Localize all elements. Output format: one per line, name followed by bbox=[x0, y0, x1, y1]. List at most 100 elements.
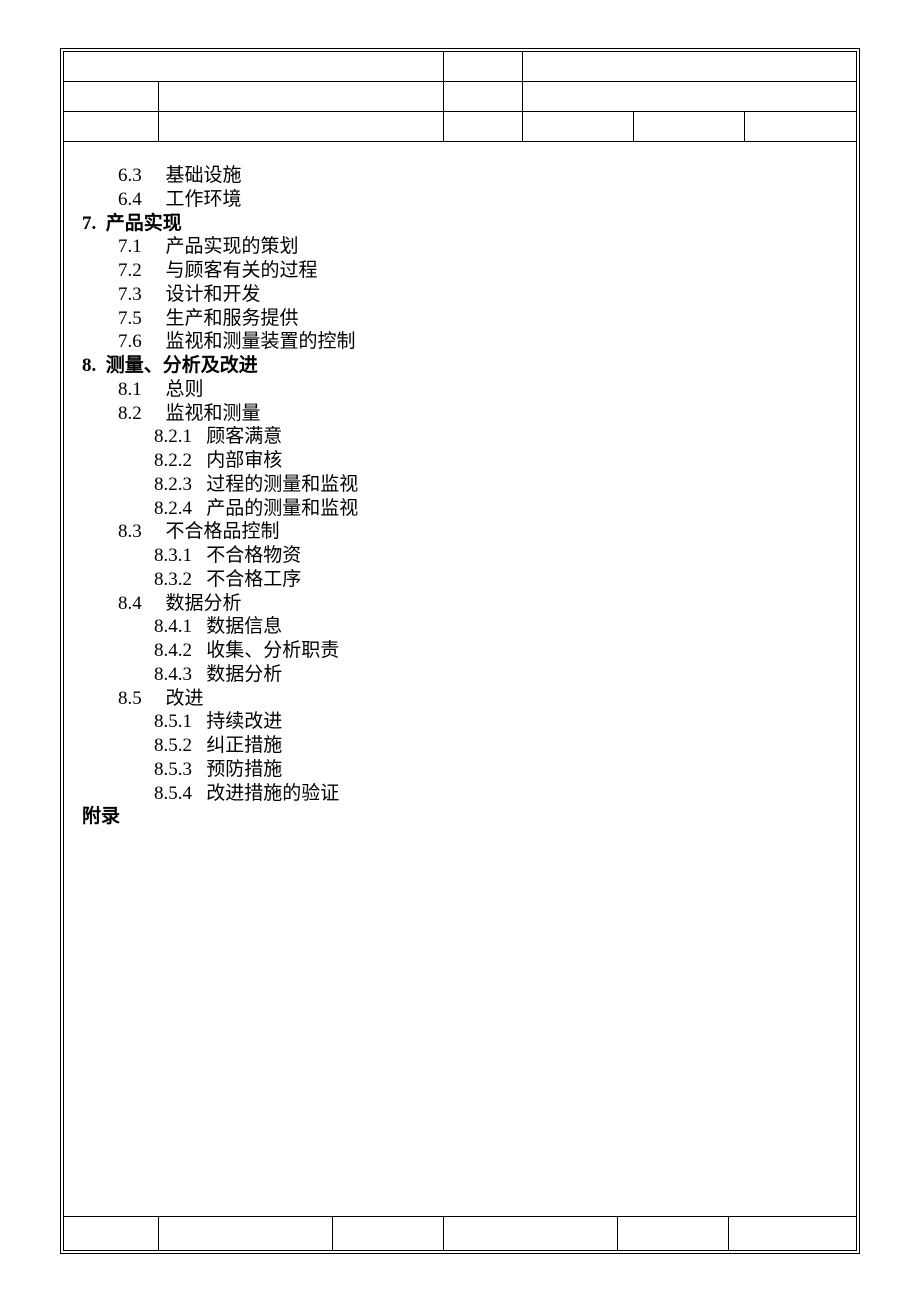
toc-entry: 8.4.2 收集、分析职责 bbox=[82, 639, 838, 663]
toc-entry: 7.1 产品实现的策划 bbox=[82, 235, 838, 259]
toc-entry-number: 8.1 bbox=[118, 379, 142, 400]
toc-entry: 8.2.2 内部审核 bbox=[82, 449, 838, 473]
toc-entry-title: 监视和测量装置的控制 bbox=[166, 331, 356, 352]
toc-entry-title: 工作环境 bbox=[166, 189, 242, 210]
toc-entry-number: 8.2.1 bbox=[154, 426, 192, 447]
header-row-2 bbox=[64, 82, 856, 112]
toc-entry: 8.5 改进 bbox=[82, 687, 838, 711]
toc-entry-number: 7.6 bbox=[118, 331, 142, 352]
toc-entry: 8.5.1 持续改进 bbox=[82, 710, 838, 734]
header-cell bbox=[523, 52, 856, 81]
toc-entry-number: 8.5.1 bbox=[154, 711, 192, 732]
toc-entry-title: 内部审核 bbox=[206, 450, 282, 471]
toc-entry: 8.3 不合格品控制 bbox=[82, 520, 838, 544]
toc-entry: 8.5.4 改进措施的验证 bbox=[82, 782, 838, 806]
page-frame: 6.3 基础设施6.4 工作环境7. 产品实现7.1 产品实现的策划7.2 与顾… bbox=[60, 48, 860, 1254]
header-cell bbox=[64, 82, 159, 111]
toc-entry: 7.2 与顾客有关的过程 bbox=[82, 259, 838, 283]
toc-entry-title: 数据分析 bbox=[166, 593, 242, 614]
toc-entry: 7.3 设计和开发 bbox=[82, 283, 838, 307]
toc-entry-number: 8.5 bbox=[118, 688, 142, 709]
toc-entry-title: 产品实现的策划 bbox=[166, 236, 299, 257]
toc-entry-number: 8.5.2 bbox=[154, 735, 192, 756]
toc-entry-number: 8.3.2 bbox=[154, 569, 192, 590]
header-cell bbox=[634, 112, 745, 141]
toc-entry-number: 6.3 bbox=[118, 165, 142, 186]
toc-entry: 附录 bbox=[82, 805, 838, 829]
header-cell bbox=[745, 112, 856, 141]
toc-entry-number: 8.5.3 bbox=[154, 759, 192, 780]
toc-entry: 8.2 监视和测量 bbox=[82, 402, 838, 426]
toc-entry-number: 7.3 bbox=[118, 284, 142, 305]
toc-entry-number: 8.2.3 bbox=[154, 474, 192, 495]
toc-entry-number: 8.4.3 bbox=[154, 664, 192, 685]
footer-cell bbox=[444, 1217, 618, 1250]
header-row-1 bbox=[64, 52, 856, 82]
header-cell bbox=[444, 112, 523, 141]
toc-entry-number: 8.2 bbox=[118, 403, 142, 424]
toc-entry-title: 基础设施 bbox=[166, 165, 242, 186]
toc-entry-number: 7. bbox=[82, 213, 96, 234]
header-cell bbox=[64, 112, 159, 141]
footer-cell bbox=[159, 1217, 333, 1250]
header-cell bbox=[64, 52, 444, 81]
toc-entry-number: 7.2 bbox=[118, 260, 142, 281]
toc-entry: 8.3.1 不合格物资 bbox=[82, 544, 838, 568]
header-cell bbox=[159, 112, 444, 141]
toc-entry-title: 纠正措施 bbox=[206, 735, 282, 756]
toc-entry: 7.5 生产和服务提供 bbox=[82, 307, 838, 331]
toc-entry-title: 持续改进 bbox=[206, 711, 282, 732]
toc-entry: 8.4 数据分析 bbox=[82, 592, 838, 616]
toc-entry: 7.6 监视和测量装置的控制 bbox=[82, 330, 838, 354]
header-cell bbox=[444, 52, 523, 81]
toc-entry-title: 数据分析 bbox=[206, 664, 282, 685]
toc-entry-title: 改进措施的验证 bbox=[206, 783, 339, 804]
toc-entry-title: 监视和测量 bbox=[166, 403, 261, 424]
toc-content: 6.3 基础设施6.4 工作环境7. 产品实现7.1 产品实现的策划7.2 与顾… bbox=[64, 142, 856, 1216]
toc-entry-number: 8.3 bbox=[118, 521, 142, 542]
toc-entry: 6.3 基础设施 bbox=[82, 164, 838, 188]
toc-entry: 8.2.1 顾客满意 bbox=[82, 425, 838, 449]
toc-entry-title: 不合格品控制 bbox=[166, 521, 280, 542]
toc-entry-number: 8.2.2 bbox=[154, 450, 192, 471]
toc-entry: 8.2.3 过程的测量和监视 bbox=[82, 473, 838, 497]
toc-entry: 8.5.3 预防措施 bbox=[82, 758, 838, 782]
toc-entry-title: 过程的测量和监视 bbox=[206, 474, 358, 495]
toc-entry-title: 改进 bbox=[166, 688, 204, 709]
toc-entry-title: 测量、分析及改进 bbox=[106, 355, 258, 376]
toc-entry-number: 6.4 bbox=[118, 189, 142, 210]
footer-cell bbox=[333, 1217, 444, 1250]
toc-entry: 8.1 总则 bbox=[82, 378, 838, 402]
header-row-3 bbox=[64, 112, 856, 142]
toc-entry-title: 收集、分析职责 bbox=[206, 640, 339, 661]
footer-cell bbox=[618, 1217, 729, 1250]
toc-entry-title: 预防措施 bbox=[206, 759, 282, 780]
toc-entry-title: 不合格物资 bbox=[206, 545, 301, 566]
toc-entry-title: 顾客满意 bbox=[206, 426, 282, 447]
header-cell bbox=[444, 82, 523, 111]
footer-row bbox=[64, 1216, 856, 1250]
toc-entry: 8.3.2 不合格工序 bbox=[82, 568, 838, 592]
toc-entry-number: 8.3.1 bbox=[154, 545, 192, 566]
toc-entry-title: 不合格工序 bbox=[206, 569, 301, 590]
toc-entry-number: 8.2.4 bbox=[154, 498, 192, 519]
footer-cell bbox=[64, 1217, 159, 1250]
toc-entry-title: 附录 bbox=[82, 806, 120, 827]
footer-cell bbox=[729, 1217, 856, 1250]
toc-entry: 7. 产品实现 bbox=[82, 212, 838, 236]
toc-entry-number: 8. bbox=[82, 355, 96, 376]
toc-entry: 8.4.3 数据分析 bbox=[82, 663, 838, 687]
toc-entry-title: 数据信息 bbox=[206, 616, 282, 637]
toc-entry-title: 产品实现 bbox=[106, 213, 182, 234]
header-cell bbox=[523, 82, 856, 111]
toc-entry: 8.2.4 产品的测量和监视 bbox=[82, 497, 838, 521]
toc-entry-number: 8.5.4 bbox=[154, 783, 192, 804]
toc-entry: 8.4.1 数据信息 bbox=[82, 615, 838, 639]
toc-entry-number: 8.4.2 bbox=[154, 640, 192, 661]
toc-entry-number: 7.1 bbox=[118, 236, 142, 257]
toc-entry-number: 8.4.1 bbox=[154, 616, 192, 637]
toc-entry: 8. 测量、分析及改进 bbox=[82, 354, 838, 378]
header-cell bbox=[523, 112, 634, 141]
toc-entry-title: 与顾客有关的过程 bbox=[166, 260, 318, 281]
toc-entry-number: 8.4 bbox=[118, 593, 142, 614]
